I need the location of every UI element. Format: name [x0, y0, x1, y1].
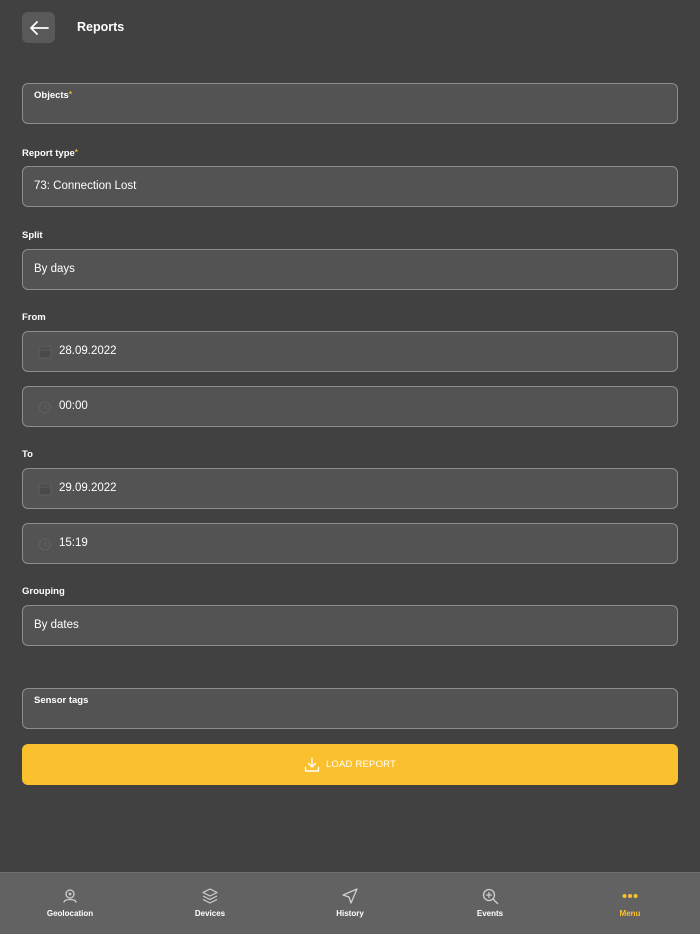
zoom-in-icon	[481, 887, 499, 905]
calendar-icon	[38, 482, 52, 496]
calendar-icon	[38, 345, 52, 359]
sensor-tags-field[interactable]: Sensor tags	[22, 688, 678, 729]
more-dots-icon	[621, 887, 639, 905]
header: Reports	[0, 0, 700, 56]
nav-events[interactable]: Events	[420, 873, 560, 934]
load-report-label: LOAD REPORT	[325, 759, 397, 770]
report-type-label: Report type*	[22, 148, 78, 159]
page-title: Reports	[77, 20, 125, 34]
download-icon	[304, 757, 320, 772]
sensor-tags-label: Sensor tags	[34, 695, 89, 706]
from-date-field[interactable]: 28.09.2022	[22, 331, 678, 372]
layers-icon	[201, 887, 219, 905]
reports-screen: Reports Objects* Report type* 73: Connec…	[0, 0, 700, 934]
to-date-field[interactable]: 29.09.2022	[22, 468, 678, 509]
split-label: Split	[22, 230, 43, 241]
to-time-field[interactable]: 15:19	[22, 523, 678, 564]
geolocation-icon	[61, 887, 79, 905]
nav-label: History	[336, 909, 364, 918]
from-time-field[interactable]: 00:00	[22, 386, 678, 427]
nav-menu[interactable]: Menu	[560, 873, 700, 934]
objects-field[interactable]: Objects*	[22, 83, 678, 124]
nav-geolocation[interactable]: Geolocation	[0, 873, 140, 934]
to-time-value: 15:19	[59, 537, 88, 549]
split-value: By days	[34, 263, 75, 275]
clock-icon	[38, 400, 52, 414]
load-report-button[interactable]: LOAD REPORT	[22, 744, 678, 785]
back-button[interactable]	[22, 12, 55, 43]
split-select[interactable]: By days	[22, 249, 678, 290]
clock-icon	[38, 537, 52, 551]
nav-label: Geolocation	[46, 909, 94, 918]
nav-label: Devices	[194, 909, 226, 918]
to-date-value: 29.09.2022	[59, 482, 117, 494]
report-type-value: 73: Connection Lost	[34, 180, 137, 192]
arrow-left-icon	[29, 20, 49, 35]
nav-label: Menu	[619, 909, 641, 918]
from-date-value: 28.09.2022	[59, 345, 117, 357]
navigation-arrow-icon	[341, 887, 359, 905]
bottom-navigation: Geolocation Devices History Events Menu	[0, 872, 700, 934]
nav-history[interactable]: History	[280, 873, 420, 934]
required-mark: *	[68, 90, 72, 99]
grouping-value: By dates	[34, 619, 79, 631]
grouping-select[interactable]: By dates	[22, 605, 678, 646]
to-label: To	[22, 449, 33, 460]
from-time-value: 00:00	[59, 400, 88, 412]
nav-devices[interactable]: Devices	[140, 873, 280, 934]
from-label: From	[22, 312, 46, 323]
objects-label: Objects*	[34, 90, 72, 101]
grouping-label: Grouping	[22, 586, 65, 597]
report-type-select[interactable]: 73: Connection Lost	[22, 166, 678, 207]
nav-label: Events	[476, 909, 504, 918]
required-mark: *	[74, 148, 78, 157]
